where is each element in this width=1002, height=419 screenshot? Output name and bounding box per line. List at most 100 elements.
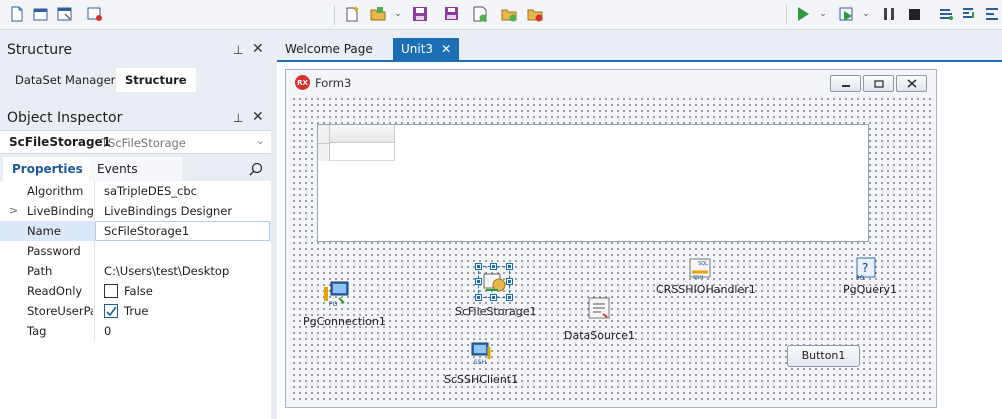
save-icon[interactable] (411, 5, 429, 23)
button1[interactable]: Button1 (787, 345, 860, 367)
checkmark-icon (106, 306, 117, 317)
minimize-button[interactable] (830, 75, 861, 92)
column-divider (94, 261, 95, 281)
tab-events[interactable]: Events (89, 157, 182, 181)
datasource-label: DataSource1 (564, 329, 636, 342)
component-selector[interactable]: ScFileStorage1 TScFileStorage ⌄ (0, 130, 271, 154)
rx-logo-icon: RX (295, 75, 310, 90)
stop-icon[interactable] (905, 5, 923, 23)
step-over-icon[interactable] (937, 5, 955, 23)
close-icon[interactable]: ✕ (441, 42, 451, 56)
property-grid: Algorithm saTripleDES_cbc > LiveBindings… (0, 181, 271, 419)
chevron-down-icon[interactable]: ⌄ (818, 7, 828, 21)
svg-text:SSH: SSH (474, 359, 486, 365)
property-name: Tag (27, 324, 47, 338)
selection-handle[interactable] (506, 294, 513, 301)
property-row[interactable]: StoreUserPas True (0, 301, 271, 321)
property-value[interactable]: 0 (104, 324, 111, 338)
scfilestorage-label: ScFileStorage1 (455, 305, 537, 318)
property-value[interactable]: C:\Users\test\Desktop (104, 264, 229, 278)
close-icon[interactable]: ✕ (252, 41, 264, 57)
form-caption: Form3 (315, 76, 352, 90)
crsshiohandler-icon[interactable]: SQL SSH (684, 252, 716, 284)
structure-tabs: DataSet Manager Structure (6, 68, 271, 92)
close-button[interactable] (896, 75, 927, 92)
refresh-icon[interactable] (471, 5, 489, 23)
property-value: True (124, 304, 149, 318)
property-row[interactable]: Password (0, 241, 271, 261)
new-file-icon[interactable] (8, 5, 26, 23)
scsshclient-label: ScSSHClient1 (444, 373, 519, 386)
selection-handle[interactable] (475, 294, 482, 301)
readonly-checkbox[interactable] (104, 284, 118, 298)
property-row[interactable]: Path C:\Users\test\Desktop (0, 261, 271, 281)
form-caption-bar: RX Form3 (286, 70, 936, 96)
close-icon[interactable]: ✕ (252, 109, 264, 125)
run-config-icon[interactable] (86, 5, 104, 23)
pin-icon[interactable]: ⊥ (233, 43, 243, 57)
property-name: Name (27, 224, 61, 238)
property-row[interactable]: Tag 0 (0, 321, 271, 341)
run-icon[interactable] (794, 5, 812, 23)
tab-unit3-label: Unit3 (401, 42, 434, 56)
trace-into-icon[interactable] (960, 5, 978, 23)
grid-line (318, 143, 330, 144)
run-to-cursor-icon[interactable] (983, 5, 1001, 23)
chevron-down-icon[interactable]: ⌄ (393, 7, 403, 21)
add-project-icon[interactable] (500, 5, 518, 23)
save-window-icon[interactable] (56, 5, 74, 23)
selection-handle[interactable] (506, 263, 513, 270)
tab-structure[interactable]: Structure (116, 68, 196, 92)
pgquery-icon[interactable]: ? PG (850, 252, 882, 284)
selection-handle[interactable] (490, 294, 497, 301)
run-without-debug-icon[interactable] (838, 5, 856, 23)
column-divider (94, 201, 95, 221)
tab-dataset-manager[interactable]: DataSet Manager (6, 68, 124, 92)
selection-handle[interactable] (475, 278, 482, 285)
selection-handle[interactable] (506, 278, 513, 285)
datasource-icon[interactable] (583, 292, 615, 324)
save-all-icon[interactable] (443, 5, 461, 23)
scfilestorage-icon[interactable] (478, 266, 510, 298)
selection-handle[interactable] (475, 263, 482, 270)
pause-icon[interactable] (880, 5, 898, 23)
form-client-area[interactable]: PG PgConnection1 ScFileStorage1 DataSour… (291, 96, 931, 403)
tab-welcome-page[interactable]: Welcome Page (277, 38, 381, 60)
new-window-icon[interactable] (32, 5, 50, 23)
grid-cell[interactable] (330, 143, 395, 161)
property-row[interactable]: ReadOnly False (0, 281, 271, 301)
open-project-icon[interactable] (369, 5, 387, 23)
designed-form[interactable]: RX Form3 PG PgConnection1 ScFileStorage1… (285, 69, 937, 408)
chevron-down-icon[interactable]: ⌄ (256, 134, 265, 147)
svg-text:SQL: SQL (698, 261, 708, 267)
pgconnection-icon[interactable]: PG (320, 278, 352, 310)
property-value[interactable]: saTripleDES_cbc (104, 184, 197, 198)
tab-properties[interactable]: Properties (3, 157, 92, 181)
pin-icon[interactable]: ⊥ (233, 111, 243, 125)
minimize-icon (841, 84, 850, 87)
editor-area: Welcome Page Unit3 ✕ RX Form3 PG PgConne… (277, 30, 1002, 419)
search-icon[interactable] (249, 162, 263, 179)
tab-unit3[interactable]: Unit3 ✕ (393, 38, 460, 60)
property-value[interactable]: ScFileStorage1 (104, 224, 189, 238)
toolbar-separator (786, 5, 787, 25)
selection-handle[interactable] (490, 263, 497, 270)
new-item-icon[interactable] (343, 5, 361, 23)
property-value[interactable]: LiveBindings Designer (104, 204, 232, 218)
scsshclient-icon[interactable]: SSH (466, 336, 498, 368)
property-name: Password (27, 244, 81, 258)
column-divider (94, 181, 95, 201)
column-divider (94, 321, 95, 341)
string-grid[interactable] (317, 124, 869, 242)
property-row[interactable]: Algorithm saTripleDES_cbc (0, 181, 271, 201)
remove-project-icon[interactable] (526, 5, 544, 23)
chevron-down-icon[interactable]: ⌄ (861, 7, 871, 21)
chevron-right-icon[interactable]: > (9, 204, 18, 217)
crsshiohandler-label: CRSSHIOHandler1 (656, 283, 756, 296)
maximize-button[interactable] (863, 75, 894, 92)
property-row[interactable]: > LiveBindings LiveBindings Designer (0, 201, 271, 221)
property-row-selected[interactable]: Name ScFileStorage1 (0, 221, 271, 241)
inspector-tabs: Properties Events (0, 157, 271, 181)
storeuserpassword-checkbox[interactable] (104, 304, 118, 318)
selected-component-name: ScFileStorage1 (9, 135, 112, 149)
